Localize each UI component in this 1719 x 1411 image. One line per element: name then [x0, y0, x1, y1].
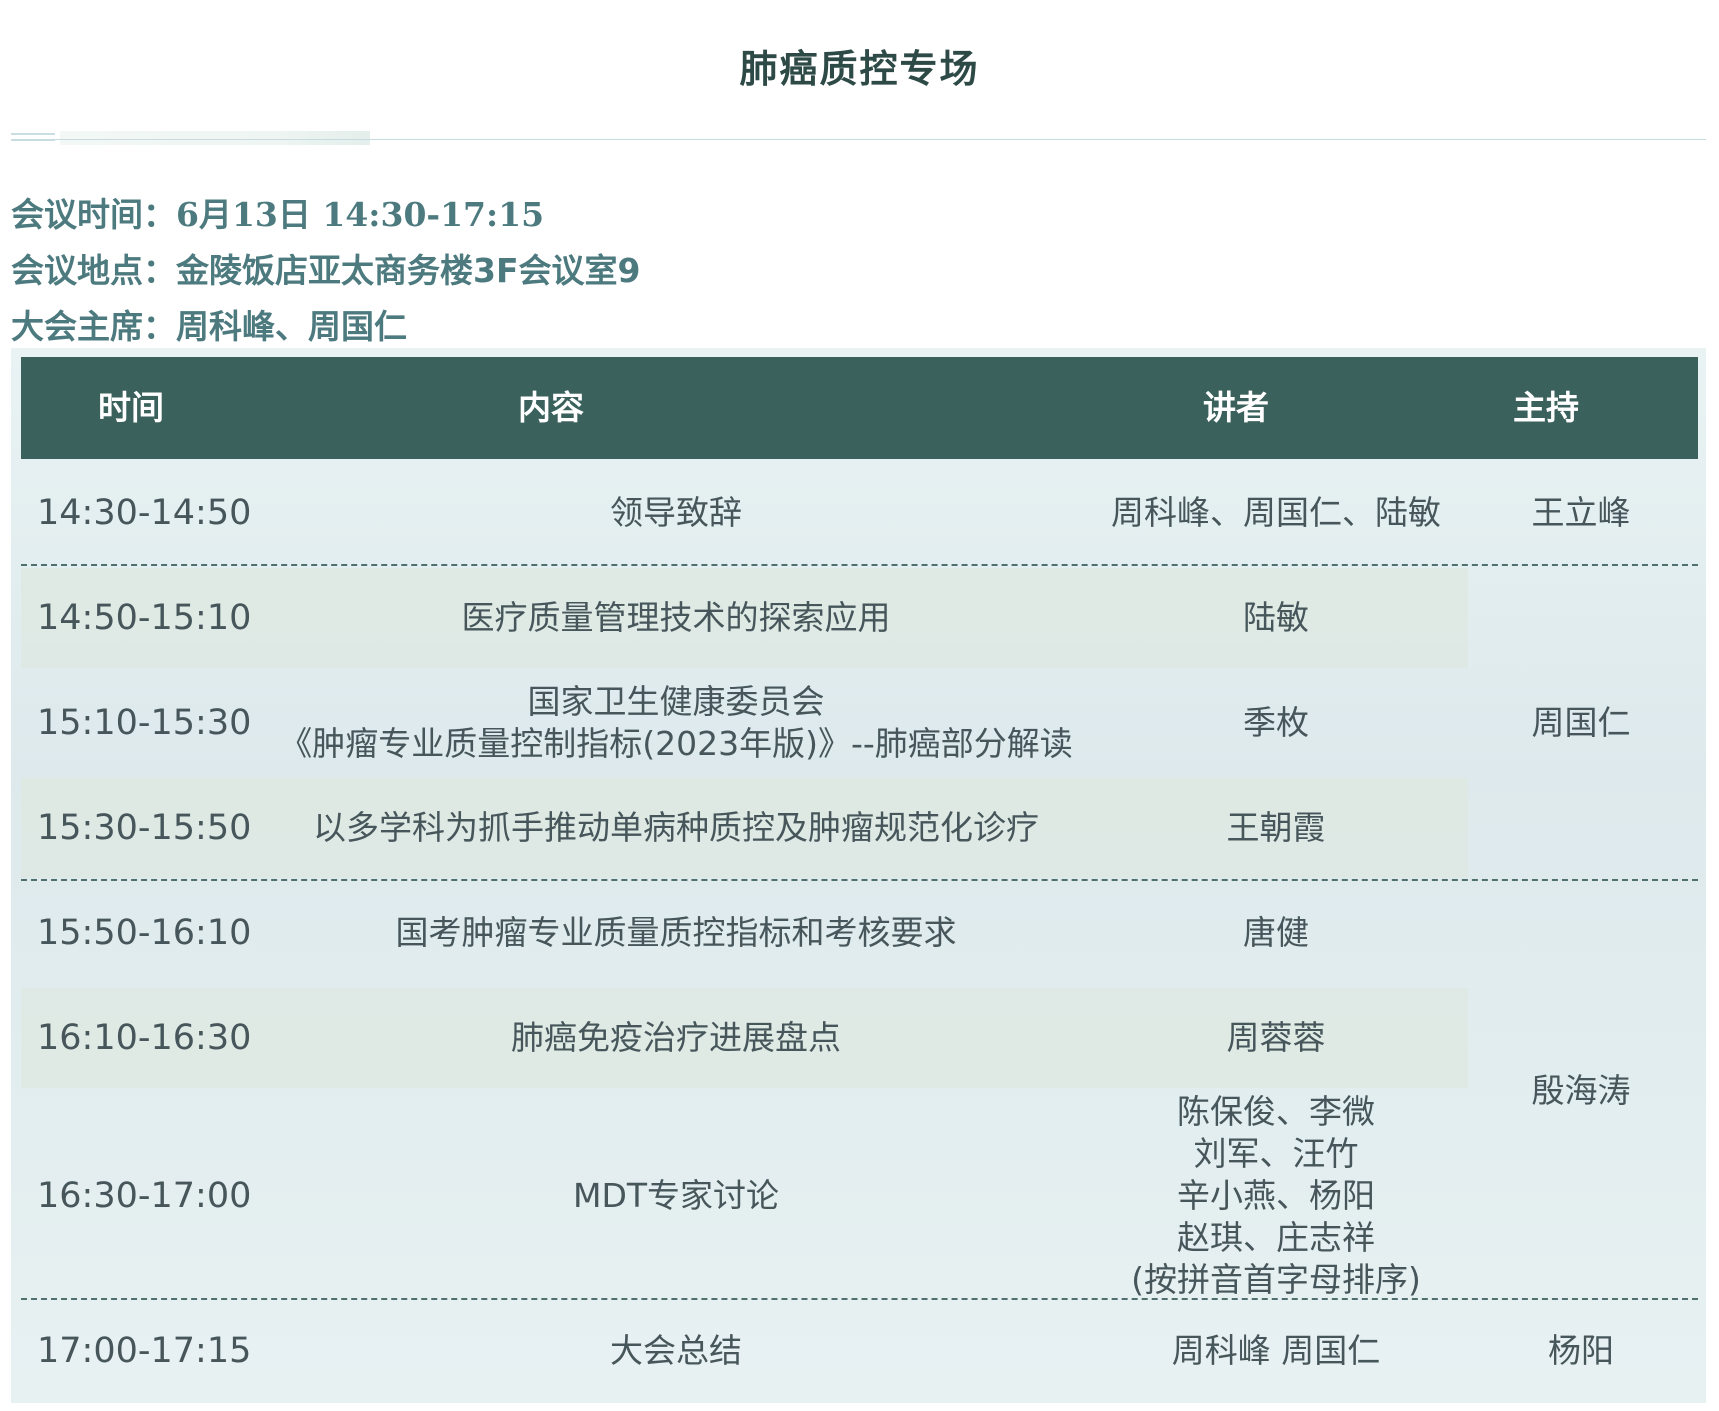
group-separator: [21, 564, 1698, 566]
meeting-chair: 大会主席：周科峰、周国仁: [11, 300, 407, 348]
speaker-line: 辛小燕、杨阳: [1177, 1175, 1375, 1215]
header-content: 内容: [518, 388, 584, 427]
row-content: 国考肿瘤专业质量质控指标和考核要求: [395, 913, 957, 952]
row-content: 以多学科为抓手推动单病种质控及肿瘤规范化诊疗: [313, 808, 1039, 847]
row-content: 领导致辞: [610, 493, 742, 532]
group-separator: [21, 1298, 1698, 1300]
speaker-line: (按拼音首字母排序): [1131, 1259, 1421, 1299]
table-header: 时间 内容 讲者 主持: [21, 357, 1698, 459]
schedule-table: 时间 内容 讲者 主持 14:30-14:50 领导致辞 周科峰、周国仁、陆敏 …: [11, 348, 1706, 1403]
speaker-line: 陈保俊、李微: [1177, 1091, 1375, 1131]
speaker-line: 刘军、汪竹: [1193, 1133, 1359, 1173]
row-host: 杨阳: [1548, 1330, 1614, 1370]
row-speaker: 季枚: [1243, 703, 1309, 742]
row-content-line: 《肿瘤专业质量控制指标(2023年版)》--肺癌部分解读: [279, 724, 1073, 763]
meeting-chair-value: 周科峰、周国仁: [176, 307, 407, 346]
meeting-time: 会议时间：6月13日 14:30-17:15: [11, 188, 544, 236]
title-divider: [11, 139, 1706, 140]
meeting-place-label: 会议地点：: [11, 251, 176, 290]
meeting-place: 会议地点：金陵饭店亚太商务楼3F会议室9: [11, 244, 640, 292]
meeting-time-value: 6月13日 14:30-17:15: [176, 195, 545, 234]
row-content: 肺癌免疫治疗进展盘点: [511, 1018, 841, 1057]
row-time: 14:50-15:10: [37, 598, 252, 638]
row-host: 周国仁: [1531, 703, 1631, 742]
group-separator: [21, 879, 1698, 881]
row-content: 大会总结: [610, 1330, 742, 1370]
row-content-line: 国家卫生健康委员会: [527, 682, 825, 721]
meeting-chair-label: 大会主席：: [11, 307, 176, 346]
row-host: 殷海涛: [1531, 1070, 1631, 1110]
row-time: 15:10-15:30: [37, 703, 252, 743]
row-speaker: 王朝霞: [1226, 808, 1326, 847]
row-speaker: 周科峰 周国仁: [1171, 1330, 1381, 1370]
header-time: 时间: [98, 388, 164, 427]
divider-bar: [60, 131, 370, 145]
speaker-line: 赵琪、庄志祥: [1177, 1217, 1375, 1257]
header-host: 主持: [1513, 388, 1579, 427]
meeting-place-value: 金陵饭店亚太商务楼3F会议室9: [176, 251, 641, 290]
row-content: 国家卫生健康委员会 《肿瘤专业质量控制指标(2023年版)》--肺癌部分解读: [241, 673, 1111, 773]
page-title: 肺癌质控专场: [739, 47, 980, 91]
row-speaker: 唐健: [1243, 913, 1309, 952]
row-speaker: 周科峰、周国仁、陆敏: [1111, 493, 1441, 532]
row-host: 王立峰: [1531, 493, 1631, 532]
row-time: 17:00-17:15: [37, 1330, 252, 1371]
header-speaker: 讲者: [1203, 388, 1269, 427]
row-time: 15:50-16:10: [37, 913, 252, 953]
row-speaker: 周蓉蓉: [1226, 1018, 1326, 1057]
row-time: 16:10-16:30: [37, 1018, 252, 1058]
meeting-time-label: 会议时间：: [11, 195, 176, 234]
row-time: 16:30-17:00: [37, 1175, 252, 1216]
row-speaker: 陆敏: [1243, 598, 1309, 637]
row-speaker: 陈保俊、李微 刘军、汪竹 辛小燕、杨阳 赵琪、庄志祥 (按拼音首字母排序): [1091, 1091, 1461, 1299]
row-time: 14:30-14:50: [37, 493, 252, 533]
row-content: MDT专家讨论: [572, 1175, 780, 1215]
row-content: 医疗质量管理技术的探索应用: [461, 598, 891, 637]
row-time: 15:30-15:50: [37, 808, 252, 848]
